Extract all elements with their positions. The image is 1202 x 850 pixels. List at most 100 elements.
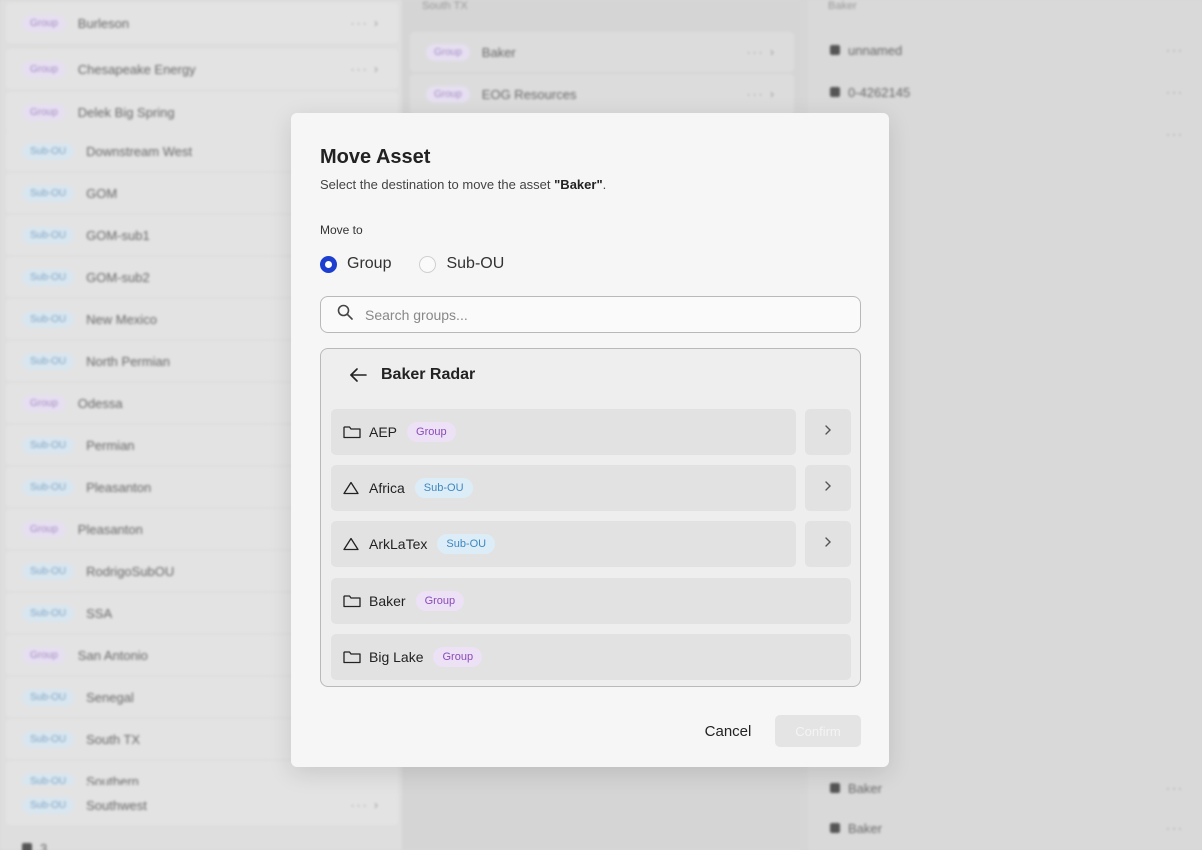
tag: Sub-OU <box>22 604 75 622</box>
list-item-name: Downstream West <box>86 143 193 159</box>
sub-ou-badge: Sub-OU <box>414 478 473 498</box>
item-name: Africa <box>369 480 405 496</box>
list-item-name: RodrigoSubOU <box>86 563 175 579</box>
move-asset-modal: Move Asset Select the destination to mov… <box>291 113 889 767</box>
asset-icon <box>830 823 840 833</box>
more-icon: ··· › <box>350 798 380 812</box>
list-item-name: 3 <box>40 840 48 850</box>
list-item-name: Burleson <box>77 15 130 31</box>
asset-icon <box>22 843 32 850</box>
group-badge: Group <box>407 422 456 442</box>
list-item[interactable]: Sub-OU Southwest ··· › <box>6 785 398 825</box>
list-item-baker[interactable]: Baker Group <box>331 578 851 624</box>
search-input[interactable] <box>365 306 825 323</box>
subtitle-text: Select the destination to move the asset <box>320 177 555 192</box>
radio-selected-icon[interactable] <box>320 255 337 273</box>
list-item-name: Baker <box>848 780 882 796</box>
list-item-name: Senegal <box>86 689 134 705</box>
triangle-icon <box>343 536 363 552</box>
list-item[interactable]: unnamed ··· <box>814 30 1202 70</box>
list-item-africa[interactable]: Africa Sub-OU <box>331 465 796 511</box>
triangle-icon <box>343 480 363 496</box>
radio-label: Sub-OU <box>446 255 505 272</box>
expand-aep-button[interactable] <box>805 409 851 455</box>
search-icon <box>337 304 353 325</box>
list-item-name: GOM <box>86 185 118 201</box>
tag: Group <box>22 103 66 121</box>
more-icon: ··· <box>1166 127 1184 141</box>
tag: Sub-OU <box>22 352 75 370</box>
list-item-name: Pleasanton <box>86 479 152 495</box>
tag: Group <box>426 43 470 61</box>
expand-arklatex-button[interactable] <box>805 521 851 567</box>
list-item[interactable]: Group Chesapeake Energy ··· › <box>6 49 398 89</box>
asset-name: "Baker" <box>554 177 603 192</box>
list-item-name: 0-4262145 <box>848 84 911 100</box>
group-badge: Group <box>415 591 465 611</box>
list-item-big-lake[interactable]: Big Lake Group <box>331 634 851 680</box>
more-icon: ··· <box>1166 43 1184 57</box>
list-item-name: unnamed <box>848 42 903 58</box>
list-item-name: SSA <box>86 605 113 621</box>
chevron-right-icon <box>824 535 832 553</box>
breadcrumb: Baker Radar <box>349 366 475 384</box>
radio-group-option[interactable]: Group <box>320 255 391 273</box>
more-icon: ··· <box>1166 85 1184 99</box>
more-icon: ··· › <box>746 45 776 59</box>
folder-icon <box>343 424 363 440</box>
tag: Group <box>22 60 66 78</box>
more-icon: ··· <box>1166 821 1184 835</box>
list-item[interactable]: Group EOG Resources ··· › <box>410 74 794 114</box>
chevron-right-icon <box>824 423 832 441</box>
list-item[interactable]: 0-4262145 ··· <box>814 72 1202 112</box>
asset-icon <box>830 783 840 793</box>
more-icon: ··· › <box>350 62 380 76</box>
list-item-name: Baker <box>848 820 882 836</box>
list-item[interactable]: Baker ··· <box>814 768 1202 808</box>
tag: Group <box>22 394 66 412</box>
tag: Sub-OU <box>22 268 75 286</box>
cancel-button[interactable]: Cancel <box>698 715 758 747</box>
tag: Group <box>426 85 470 103</box>
tag: Sub-OU <box>22 310 75 328</box>
list-item-name: South TX <box>86 731 141 747</box>
modal-title: Move Asset <box>320 146 431 168</box>
search-box[interactable] <box>320 296 861 333</box>
tag: Sub-OU <box>22 796 75 814</box>
sub-ou-badge: Sub-OU <box>437 534 496 554</box>
tag: Sub-OU <box>22 478 75 496</box>
list-item-name: New Mexico <box>86 311 157 327</box>
tag: Sub-OU <box>22 142 75 160</box>
radio-label: Group <box>347 255 392 272</box>
list-item[interactable]: Group Baker ··· › <box>410 32 794 72</box>
item-name: Big Lake <box>369 649 424 665</box>
confirm-button[interactable]: Confirm <box>775 715 861 747</box>
more-icon: ··· <box>1166 781 1184 795</box>
list-item-name: Pleasanton <box>77 521 143 537</box>
destination-type-radio-group: Group Sub-OU <box>320 255 532 273</box>
list-item-name: San Antonio <box>77 647 148 663</box>
list-item-aep[interactable]: AEP Group <box>331 409 796 455</box>
list-item-name: GOM-sub2 <box>86 269 150 285</box>
item-name: Baker <box>369 593 406 609</box>
subtitle-suffix: . <box>602 177 607 192</box>
list-item[interactable]: 3 <box>6 828 398 850</box>
expand-africa-button[interactable] <box>805 465 851 511</box>
radio-unselected-icon[interactable] <box>419 255 437 273</box>
group-badge: Group <box>433 647 483 667</box>
more-icon: ··· › <box>350 16 380 30</box>
list-item-name: Permian <box>86 437 135 453</box>
radio-subou-option[interactable]: Sub-OU <box>419 255 504 273</box>
tag: Group <box>22 14 66 32</box>
list-item-name: Southwest <box>86 797 147 813</box>
list-item-arklatex[interactable]: ArkLaTex Sub-OU <box>331 521 796 567</box>
list-item-name: Baker <box>481 44 516 60</box>
list-item-name: Odessa <box>77 395 123 411</box>
list-item-name: North Permian <box>86 353 170 369</box>
more-icon: ··· › <box>746 87 776 101</box>
tag: Sub-OU <box>22 562 75 580</box>
list-item[interactable]: Group Burleson ··· › <box>6 3 398 43</box>
list-item[interactable]: Baker ··· <box>814 808 1202 848</box>
column-header: South TX <box>422 0 468 12</box>
back-arrow-icon[interactable] <box>349 368 367 382</box>
